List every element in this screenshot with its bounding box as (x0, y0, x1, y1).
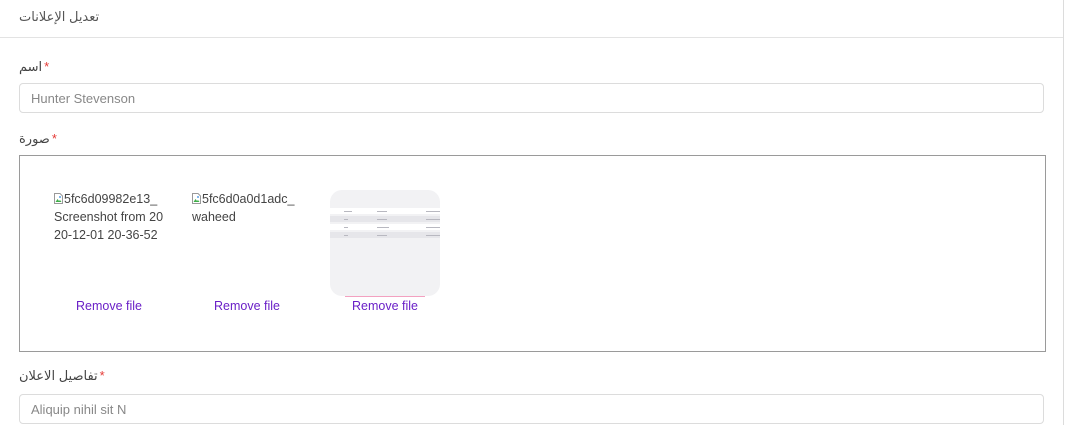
required-mark: * (99, 368, 105, 383)
required-mark: * (51, 131, 57, 146)
details-label: تفاصيل الاعلان (19, 368, 98, 383)
name-input[interactable] (19, 83, 1044, 113)
details-input[interactable] (19, 394, 1044, 424)
image-label: صورة (19, 131, 50, 146)
image-dropzone[interactable]: 5fc6d09982e13_Screenshot from 2020-12-01… (19, 155, 1046, 352)
required-mark: * (44, 59, 50, 74)
file-name: 5fc6d0a0d1adc_waheed (192, 191, 295, 224)
remove-file-link[interactable]: Remove file (39, 299, 179, 313)
file-preview-1: 5fc6d09982e13_Screenshot from 2020-12-01… (54, 190, 164, 244)
broken-image-icon (192, 191, 201, 204)
name-label: اسم (19, 59, 43, 74)
file-preview-2: 5fc6d0a0d1adc_waheed (192, 190, 302, 226)
file-name: 5fc6d09982e13_Screenshot from 2020-12-01… (54, 191, 164, 242)
page-title: تعديل الإعلانات (19, 9, 100, 24)
image-label-row: صورة * (19, 131, 57, 147)
remove-file-link[interactable]: Remove file (177, 299, 317, 313)
details-label-row: تفاصيل الاعلان * (19, 368, 105, 384)
card-header: تعديل الإعلانات (0, 0, 1063, 38)
file-thumbnail-image (330, 190, 440, 296)
progress-line (345, 296, 425, 297)
edit-ad-card: تعديل الإعلانات اسم* صورة* 5fc6d09982e13… (0, 0, 1064, 425)
broken-image-icon (54, 191, 63, 204)
remove-file-link[interactable]: Remove file (315, 299, 455, 313)
name-label-row: اسم * (19, 59, 49, 75)
